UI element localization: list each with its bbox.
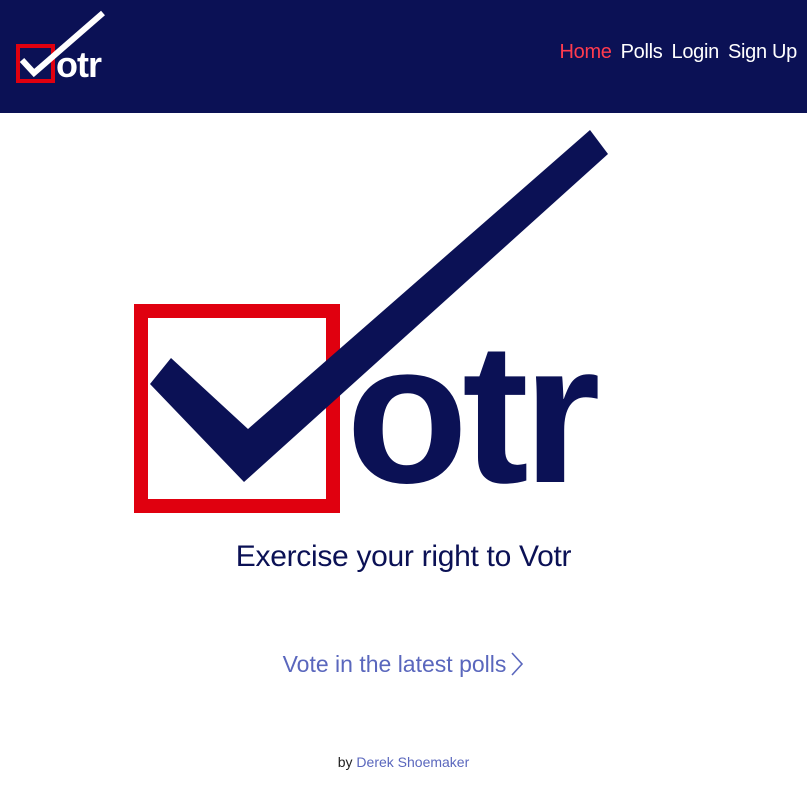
nav-login-link[interactable]: Login [672,41,720,64]
top-navbar: otr Home Polls Login Sign Up [0,0,807,113]
footer-prefix: by [337,754,353,770]
nav-signup-link[interactable]: Sign Up [728,41,797,64]
votr-logo-small[interactable]: otr [14,10,118,86]
votr-logo-large: otr [134,130,608,518]
nav-links: Home Polls Login Sign Up [559,41,797,64]
nav-polls-link[interactable]: Polls [621,41,663,64]
latest-polls-link[interactable]: Vote in the latest polls [0,651,807,678]
author-link[interactable]: Derek Shoemaker [356,754,469,770]
nav-home-link[interactable]: Home [559,41,611,64]
footer-credit: by Derek Shoemaker [0,754,807,770]
latest-polls-label: Vote in the latest polls [282,651,507,677]
tagline: Exercise your right to Votr [235,540,572,573]
chevron-right-icon [511,652,524,676]
